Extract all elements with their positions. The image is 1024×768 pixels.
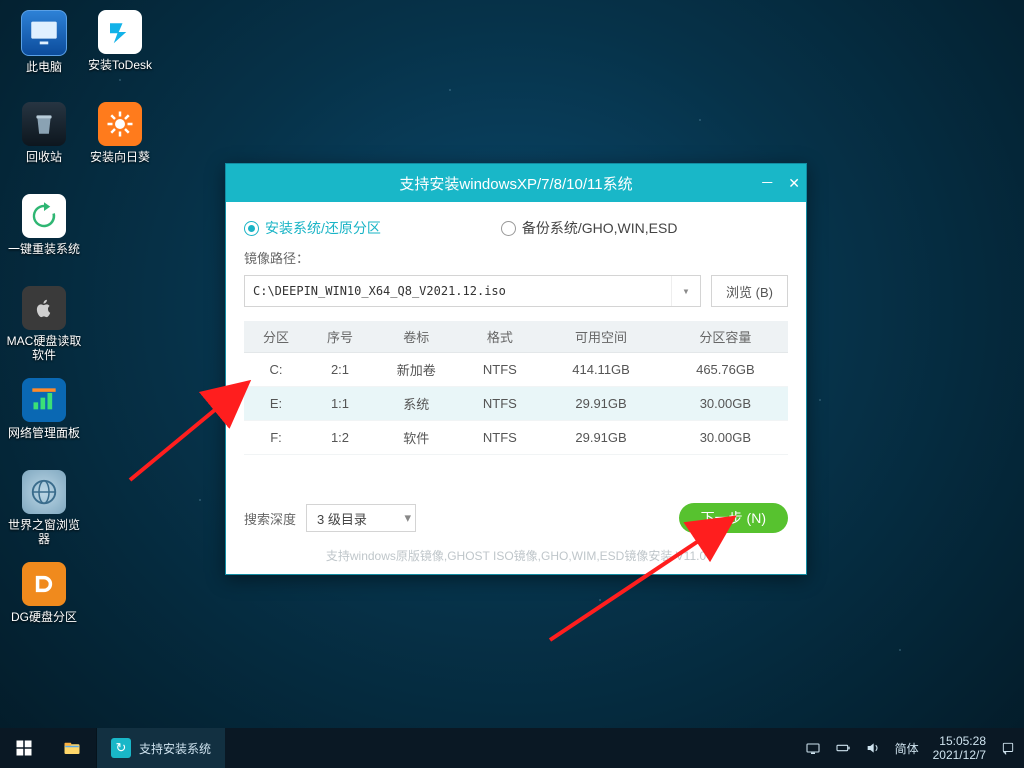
table-row[interactable]: C:2:1新加卷NTFS414.11GB465.76GB <box>244 353 788 387</box>
task-label: 支持安装系统 <box>139 740 211 757</box>
taskbar-task-installer[interactable]: ↻ 支持安装系统 <box>96 728 225 768</box>
icon-label: DG硬盘分区 <box>11 610 77 624</box>
tray-time: 15:05:28 <box>933 734 986 748</box>
radio-off-icon <box>501 221 516 236</box>
desktop-icon-this-pc[interactable]: 此电脑 <box>6 6 82 98</box>
network-panel-icon <box>22 378 66 422</box>
table-cell: 465.76GB <box>663 353 788 387</box>
option-backup[interactable]: 备份系统/GHO,WIN,ESD <box>501 218 678 238</box>
browse-button[interactable]: 浏览 (B) <box>711 275 788 307</box>
table-cell: 1:1 <box>308 387 372 421</box>
search-depth-value: 3 级目录 <box>317 509 367 528</box>
table-cell: 1:2 <box>308 421 372 455</box>
tray-clock[interactable]: 15:05:28 2021/12/7 <box>933 734 986 762</box>
col-free: 可用空间 <box>539 321 662 353</box>
table-cell: NTFS <box>460 387 539 421</box>
desktop-icons: 此电脑 安装ToDesk 回收站 安装向日葵 <box>6 6 158 650</box>
reinstall-icon <box>22 194 66 238</box>
col-partition: 分区 <box>244 321 308 353</box>
taskbar-explorer[interactable] <box>48 728 96 768</box>
icon-label: 回收站 <box>26 150 62 164</box>
search-depth-select[interactable]: 3 级目录 ▾ <box>306 504 416 532</box>
desktop-icon-todesk[interactable]: 安装ToDesk <box>82 6 158 98</box>
dropdown-icon[interactable]: ▾ <box>671 276 700 306</box>
supported-formats-hint: 支持windows原版镜像,GHOST ISO镜像,GHO,WIM,ESD镜像安… <box>244 547 788 564</box>
icon-label: 一键重装系统 <box>8 242 80 256</box>
table-cell: 2:1 <box>308 353 372 387</box>
option-label: 安装系统/还原分区 <box>265 218 381 238</box>
col-label: 卷标 <box>372 321 460 353</box>
col-capacity: 分区容量 <box>663 321 788 353</box>
globe-icon <box>22 470 66 514</box>
table-cell: 新加卷 <box>372 353 460 387</box>
table-cell: 414.11GB <box>539 353 662 387</box>
pc-icon <box>21 10 67 56</box>
taskbar: ↻ 支持安装系统 简体 15:05:28 2021/12/7 <box>0 728 1024 768</box>
todesk-icon <box>98 10 142 54</box>
icon-label: 安装向日葵 <box>90 150 150 164</box>
table-cell: 30.00GB <box>663 421 788 455</box>
tray-date: 2021/12/7 <box>933 748 986 762</box>
desktop-icon-net-panel[interactable]: 网络管理面板 <box>6 374 82 466</box>
desktop-icon-mac-disk[interactable]: MAC硬盘读取软件 <box>6 282 82 374</box>
desktop-icon-sunlogin[interactable]: 安装向日葵 <box>82 98 158 190</box>
table-row[interactable]: E:1:1系统NTFS29.91GB30.00GB <box>244 387 788 421</box>
icon-label: 此电脑 <box>26 60 62 74</box>
chevron-down-icon: ▾ <box>404 505 411 531</box>
disk-genius-icon <box>22 562 66 606</box>
table-row[interactable]: F:1:2软件NTFS29.91GB30.00GB <box>244 421 788 455</box>
option-install-restore[interactable]: 安装系统/还原分区 <box>244 218 381 238</box>
col-number: 序号 <box>308 321 372 353</box>
image-path-combo[interactable]: C:\DEEPIN_WIN10_X64_Q8_V2021.12.iso ▾ <box>244 275 701 307</box>
icon-label: 世界之窗浏览器 <box>6 518 82 546</box>
installer-window: 支持安装windowsXP/7/8/10/11系统 － ✕ 安装系统/还原分区 … <box>225 163 807 575</box>
image-path-value: C:\DEEPIN_WIN10_X64_Q8_V2021.12.iso <box>253 284 506 298</box>
task-app-icon: ↻ <box>111 738 131 758</box>
sunflower-icon <box>98 102 142 146</box>
table-cell: E: <box>244 387 308 421</box>
table-cell: NTFS <box>460 421 539 455</box>
search-depth-label: 搜索深度 <box>244 509 296 528</box>
close-button[interactable]: ✕ <box>788 175 800 192</box>
tray-network-icon[interactable] <box>805 740 821 756</box>
partition-table: 分区 序号 卷标 格式 可用空间 分区容量 C:2:1新加卷NTFS414.11… <box>244 321 788 455</box>
system-tray: 简体 15:05:28 2021/12/7 <box>797 728 1024 768</box>
table-cell: 系统 <box>372 387 460 421</box>
window-title: 支持安装windowsXP/7/8/10/11系统 <box>399 173 632 194</box>
next-button[interactable]: 下一步 (N) <box>679 503 788 533</box>
desktop-icon-recycle-bin[interactable]: 回收站 <box>6 98 82 190</box>
desktop: 此电脑 安装ToDesk 回收站 安装向日葵 <box>0 0 1024 768</box>
table-cell: 29.91GB <box>539 387 662 421</box>
table-cell: F: <box>244 421 308 455</box>
table-cell: C: <box>244 353 308 387</box>
radio-on-icon <box>244 221 259 236</box>
option-label: 备份系统/GHO,WIN,ESD <box>522 218 678 238</box>
icon-label: 安装ToDesk <box>88 58 152 72</box>
col-format: 格式 <box>460 321 539 353</box>
icon-label: MAC硬盘读取软件 <box>6 334 82 362</box>
table-cell: 软件 <box>372 421 460 455</box>
image-path-label: 镜像路径： <box>244 248 788 267</box>
desktop-icon-browser[interactable]: 世界之窗浏览器 <box>6 466 82 558</box>
desktop-icon-reinstall[interactable]: 一键重装系统 <box>6 190 82 282</box>
tray-ime[interactable]: 简体 <box>895 740 919 757</box>
icon-label: 网络管理面板 <box>8 426 80 440</box>
tray-volume-icon[interactable] <box>865 740 881 756</box>
tray-battery-icon[interactable] <box>835 740 851 756</box>
tray-notifications-icon[interactable] <box>1000 740 1016 756</box>
apple-icon <box>22 286 66 330</box>
bin-icon <box>22 102 66 146</box>
start-button[interactable] <box>0 728 48 768</box>
table-cell: 30.00GB <box>663 387 788 421</box>
desktop-icon-dg[interactable]: DG硬盘分区 <box>6 558 82 650</box>
table-cell: NTFS <box>460 353 539 387</box>
minimize-button[interactable]: － <box>760 173 774 193</box>
table-cell: 29.91GB <box>539 421 662 455</box>
window-titlebar[interactable]: 支持安装windowsXP/7/8/10/11系统 － ✕ <box>226 164 806 202</box>
